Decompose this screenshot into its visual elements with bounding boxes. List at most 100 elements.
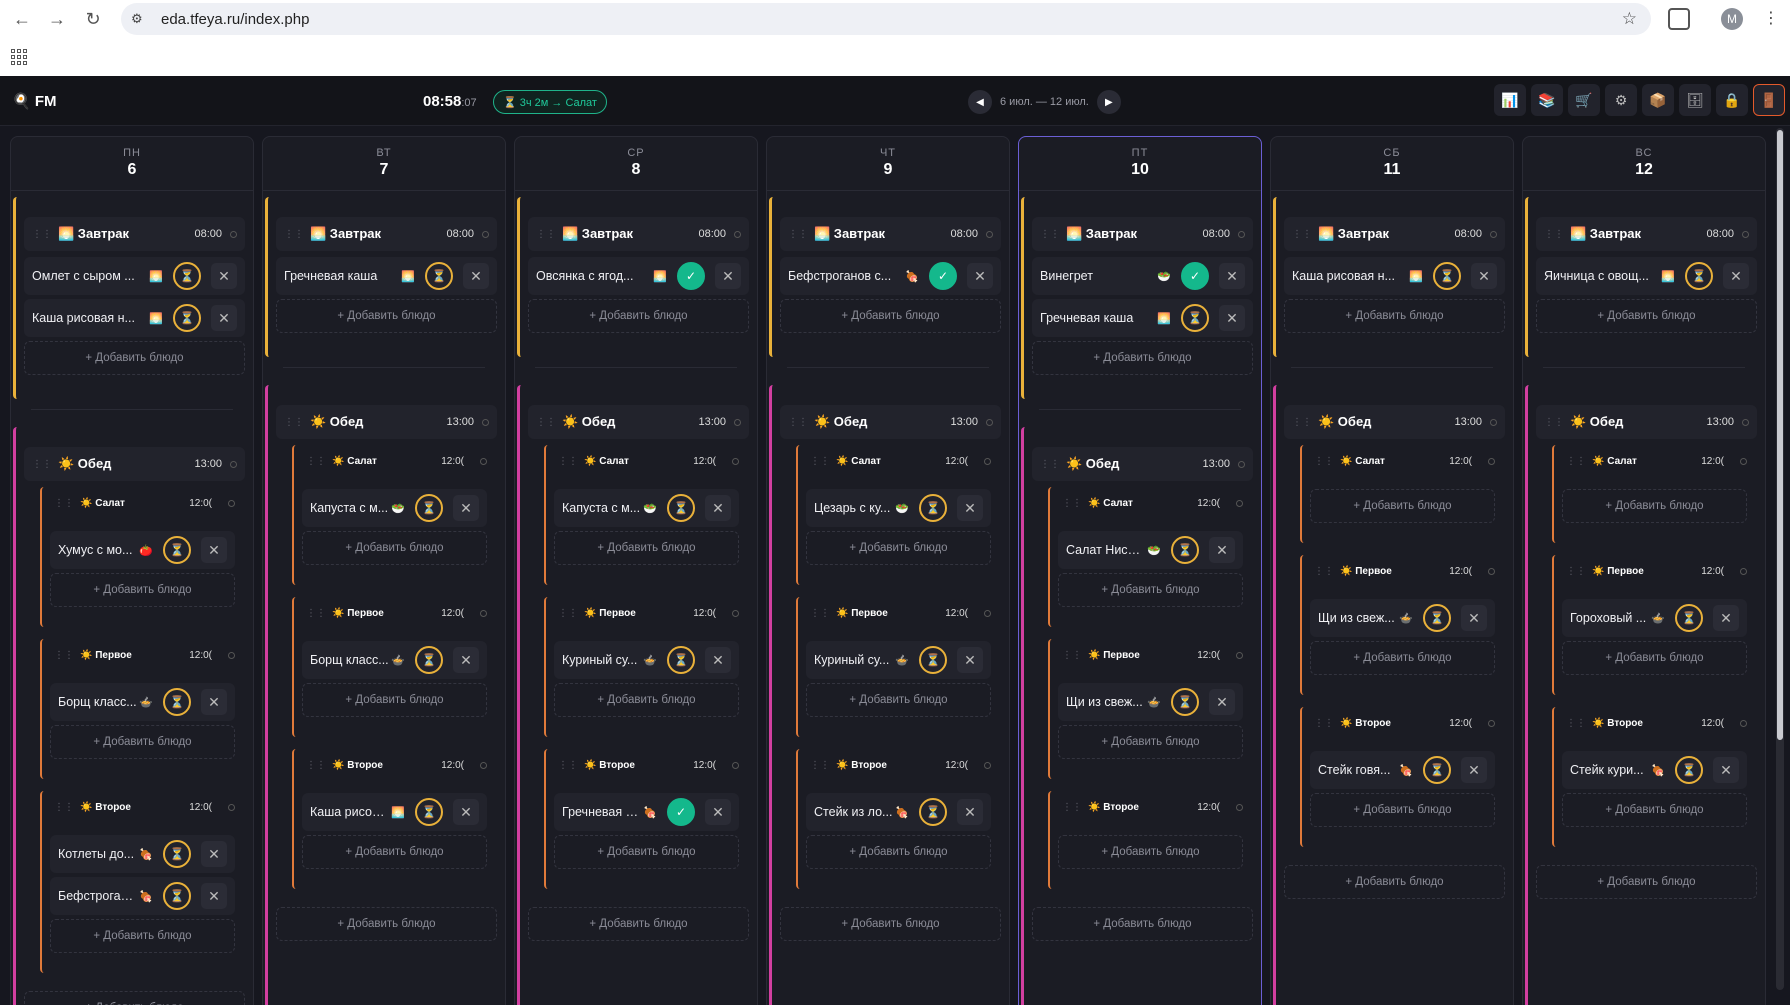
dish-card[interactable]: Капуста с м... 🥗 ⏳ ✕ [554, 489, 739, 527]
add-dish-button[interactable]: + Добавить блюдо [1536, 299, 1757, 333]
remove-dish-button[interactable]: ✕ [201, 883, 227, 909]
add-dish-button[interactable]: + Добавить блюдо [1284, 299, 1505, 333]
dish-name[interactable]: Винегрет [1040, 269, 1155, 283]
add-lunch-dish-button[interactable]: + Добавить блюдо [780, 907, 1001, 941]
drag-handle-icon[interactable]: ⋮⋮ [54, 650, 74, 661]
lock-button[interactable]: 🔒 [1716, 84, 1748, 116]
drag-handle-icon[interactable]: ⋮⋮ [810, 760, 830, 771]
add-dish-button[interactable]: + Добавить блюдо [1562, 489, 1747, 523]
dish-name[interactable]: Капуста с м... [310, 501, 389, 515]
drag-handle-icon[interactable]: ⋮⋮ [284, 417, 304, 428]
drag-handle-icon[interactable]: ⋮⋮ [1314, 456, 1334, 467]
eaten-check-button[interactable]: ✓ [929, 262, 957, 290]
pending-hourglass-button[interactable]: ⏳ [415, 798, 443, 826]
dish-name[interactable]: Овсянка с ягод... [536, 269, 651, 283]
pending-hourglass-button[interactable]: ⏳ [1171, 688, 1199, 716]
add-dish-button[interactable]: + Добавить блюдо [1310, 641, 1495, 675]
dish-name[interactable]: Борщ класс... [310, 653, 389, 667]
remove-dish-button[interactable]: ✕ [463, 263, 489, 289]
drag-handle-icon[interactable]: ⋮⋮ [1314, 718, 1334, 729]
drag-handle-icon[interactable]: ⋮⋮ [1566, 718, 1586, 729]
pending-hourglass-button[interactable]: ⏳ [173, 262, 201, 290]
dish-name[interactable]: Омлет с сыром ... [32, 269, 147, 283]
pending-hourglass-button[interactable]: ⏳ [919, 494, 947, 522]
dish-name[interactable]: Щи из свеж... [1318, 611, 1397, 625]
pending-hourglass-button[interactable]: ⏳ [415, 494, 443, 522]
pending-hourglass-button[interactable]: ⏳ [1675, 756, 1703, 784]
dish-name[interactable]: Капуста с м... [562, 501, 641, 515]
add-dish-button[interactable]: + Добавить блюдо [302, 683, 487, 717]
drag-handle-icon[interactable]: ⋮⋮ [306, 608, 326, 619]
add-dish-button[interactable]: + Добавить блюдо [1058, 573, 1243, 607]
add-dish-button[interactable]: + Добавить блюдо [276, 299, 497, 333]
drag-handle-icon[interactable]: ⋮⋮ [1292, 229, 1312, 240]
dish-name[interactable]: Каша рисовая н... [1292, 269, 1407, 283]
dish-name[interactable]: Куриный су... [814, 653, 893, 667]
add-lunch-dish-button[interactable]: + Добавить блюдо [24, 991, 245, 1005]
drag-handle-icon[interactable]: ⋮⋮ [1040, 229, 1060, 240]
eaten-check-button[interactable]: ✓ [1181, 262, 1209, 290]
dish-card[interactable]: Куриный су... 🍲 ⏳ ✕ [806, 641, 991, 679]
dish-name[interactable]: Яичница с овощ... [1544, 269, 1659, 283]
drag-handle-icon[interactable]: ⋮⋮ [1062, 802, 1082, 813]
pending-hourglass-button[interactable]: ⏳ [919, 798, 947, 826]
dish-card[interactable]: Хумус с мо... 🍅 ⏳ ✕ [50, 531, 235, 569]
dish-card[interactable]: Бефстроган... 🍖 ⏳ ✕ [50, 877, 235, 915]
pending-hourglass-button[interactable]: ⏳ [163, 882, 191, 910]
dish-card[interactable]: Борщ класс... 🍲 ⏳ ✕ [302, 641, 487, 679]
pending-hourglass-button[interactable]: ⏳ [1171, 536, 1199, 564]
add-dish-button[interactable]: + Добавить блюдо [528, 299, 749, 333]
drag-handle-icon[interactable]: ⋮⋮ [306, 760, 326, 771]
remove-dish-button[interactable]: ✕ [211, 305, 237, 331]
dish-card[interactable]: Овсянка с ягод... 🌅 ✓ ✕ [528, 257, 749, 295]
add-dish-button[interactable]: + Добавить блюдо [780, 299, 1001, 333]
back-icon[interactable]: ← [9, 6, 35, 32]
drag-handle-icon[interactable]: ⋮⋮ [788, 229, 808, 240]
dish-name[interactable]: Гороховый ... [1570, 611, 1649, 625]
dish-name[interactable]: Стейк кури... [1570, 763, 1649, 777]
add-lunch-dish-button[interactable]: + Добавить блюдо [528, 907, 749, 941]
add-dish-button[interactable]: + Добавить блюдо [1310, 793, 1495, 827]
dish-name[interactable]: Стейк из ло... [814, 805, 893, 819]
dish-name[interactable]: Куриный су... [562, 653, 641, 667]
remove-dish-button[interactable]: ✕ [1209, 689, 1235, 715]
eaten-check-button[interactable]: ✓ [667, 798, 695, 826]
drag-handle-icon[interactable]: ⋮⋮ [536, 417, 556, 428]
add-dish-button[interactable]: + Добавить блюдо [1058, 835, 1243, 869]
remove-dish-button[interactable]: ✕ [957, 647, 983, 673]
dish-card[interactable]: Каша рисовая н... 🌅 ⏳ ✕ [1284, 257, 1505, 295]
add-dish-button[interactable]: + Добавить блюдо [806, 683, 991, 717]
drag-handle-icon[interactable]: ⋮⋮ [284, 229, 304, 240]
add-dish-button[interactable]: + Добавить блюдо [1562, 793, 1747, 827]
pending-hourglass-button[interactable]: ⏳ [667, 646, 695, 674]
dish-name[interactable]: Стейк говя... [1318, 763, 1397, 777]
remove-dish-button[interactable]: ✕ [1713, 757, 1739, 783]
drag-handle-icon[interactable]: ⋮⋮ [810, 456, 830, 467]
remove-dish-button[interactable]: ✕ [201, 537, 227, 563]
add-lunch-dish-button[interactable]: + Добавить блюдо [1032, 907, 1253, 941]
remove-dish-button[interactable]: ✕ [1219, 305, 1245, 331]
pending-hourglass-button[interactable]: ⏳ [425, 262, 453, 290]
dish-name[interactable]: Котлеты до... [58, 847, 137, 861]
pantry-button[interactable]: 📦 [1642, 84, 1674, 116]
add-dish-button[interactable]: + Добавить блюдо [554, 531, 739, 565]
drag-handle-icon[interactable]: ⋮⋮ [32, 459, 52, 470]
drag-handle-icon[interactable]: ⋮⋮ [1062, 650, 1082, 661]
add-dish-button[interactable]: + Добавить блюдо [24, 341, 245, 375]
drag-handle-icon[interactable]: ⋮⋮ [558, 608, 578, 619]
dish-name[interactable]: Бефстроган... [58, 889, 137, 903]
pending-hourglass-button[interactable]: ⏳ [1685, 262, 1713, 290]
remove-dish-button[interactable]: ✕ [201, 841, 227, 867]
dish-card[interactable]: Каша рисов... 🌅 ⏳ ✕ [302, 793, 487, 831]
add-dish-button[interactable]: + Добавить блюдо [1032, 341, 1253, 375]
dish-card[interactable]: Капуста с м... 🥗 ⏳ ✕ [302, 489, 487, 527]
remove-dish-button[interactable]: ✕ [453, 647, 479, 673]
add-dish-button[interactable]: + Добавить блюдо [554, 835, 739, 869]
add-dish-button[interactable]: + Добавить блюдо [554, 683, 739, 717]
dish-card[interactable]: Стейк говя... 🍖 ⏳ ✕ [1310, 751, 1495, 789]
dish-name[interactable]: Борщ класс... [58, 695, 137, 709]
dish-name[interactable]: Каша рисов... [310, 805, 389, 819]
dish-name[interactable]: Гречневая каша [1040, 311, 1155, 325]
site-settings-icon[interactable]: ⚙ [131, 11, 151, 27]
add-dish-button[interactable]: + Добавить блюдо [302, 835, 487, 869]
